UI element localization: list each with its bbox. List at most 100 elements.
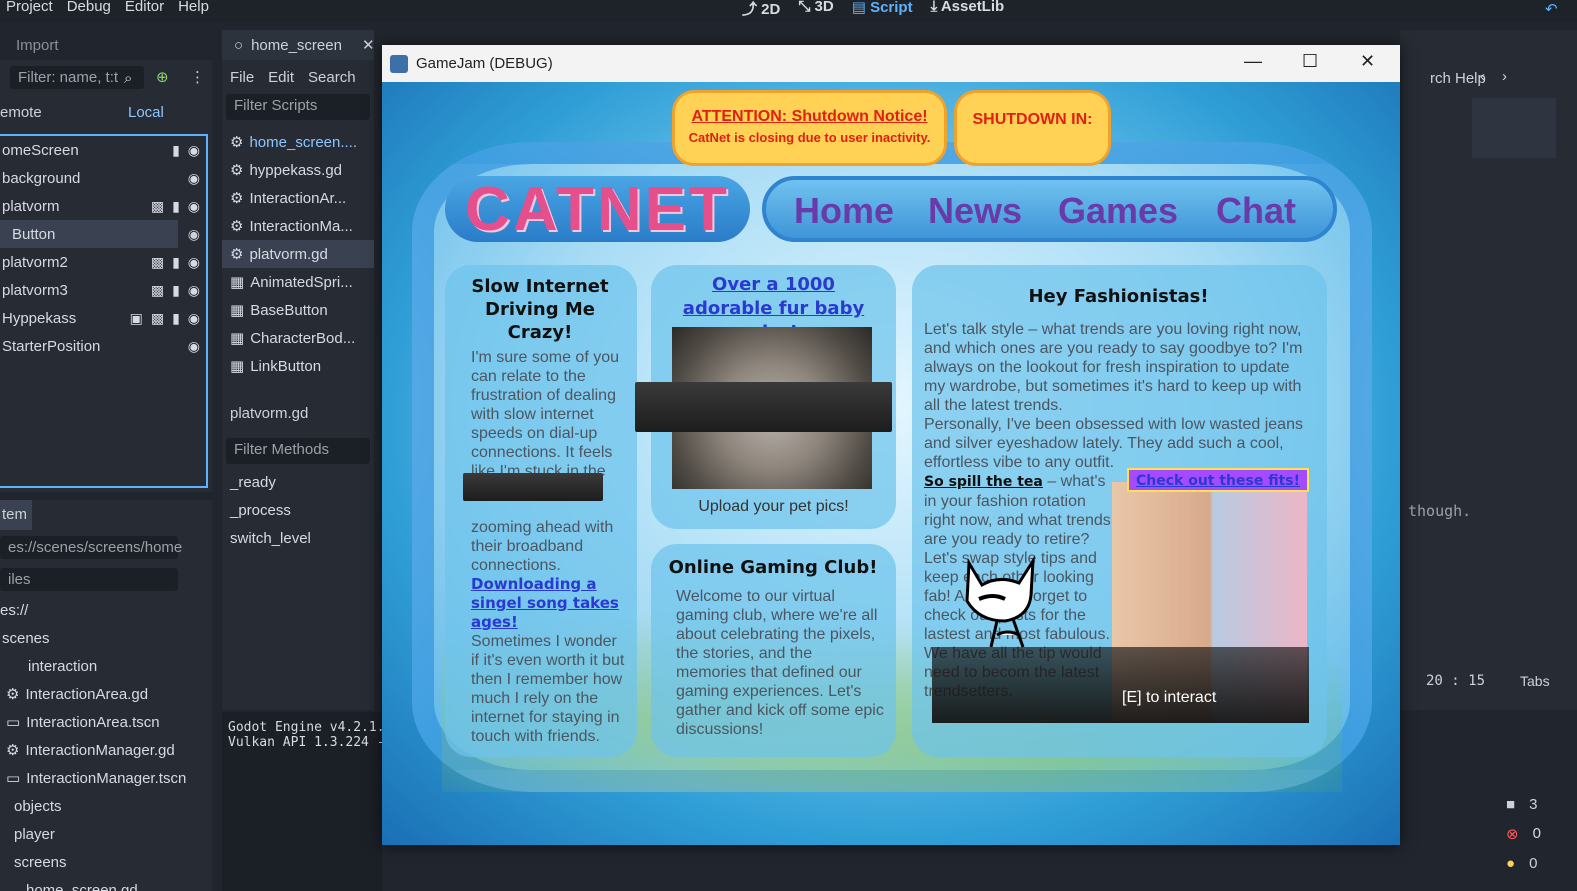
nav-chat[interactable]: Chat — [1216, 190, 1296, 232]
more-icon[interactable]: ⋮ — [190, 68, 205, 86]
menu-edit[interactable]: Edit — [268, 69, 294, 86]
file-interactionmanager-gd[interactable]: ⚙ InteractionManager.gd — [0, 736, 200, 764]
tree-node-platvorm[interactable]: platvorm ▩ ▮ ◉ — [0, 192, 206, 220]
menu-search[interactable]: Search — [308, 69, 356, 86]
maximize-icon[interactable]: ☐ — [1302, 51, 1318, 72]
nav-news[interactable]: News — [928, 190, 1022, 232]
doc-item[interactable]: ▦ AnimatedSpri... — [222, 268, 374, 296]
filesystem-tab[interactable]: tem — [0, 500, 32, 530]
fits-button[interactable]: Check out these fits! — [1127, 468, 1309, 492]
debug-counters: ■ 3 ⊗ 0 ● 0 — [1496, 712, 1577, 891]
spill-tea-text: So spill the tea — [924, 474, 1043, 490]
scene-icon: ▩ — [150, 282, 165, 298]
site-nav: Home News Games Chat — [762, 176, 1337, 242]
menu-project[interactable]: Project — [6, 0, 53, 15]
folder-objects[interactable]: objects — [0, 792, 200, 820]
script-icon: ▮ — [172, 282, 180, 298]
method-item[interactable]: _ready — [222, 468, 374, 496]
tree-node-button[interactable]: Button — [0, 220, 178, 248]
close-icon[interactable]: ✕ — [362, 36, 375, 54]
doc-item[interactable]: ▦ CharacterBod... — [222, 324, 374, 352]
script-item[interactable]: ⚙ InteractionMa... — [222, 212, 374, 240]
script-item[interactable]: ⚙ platvorm.gd — [222, 240, 374, 268]
tree-node-platvorm3[interactable]: platvorm3 ▩ ▮ ◉ — [0, 276, 206, 304]
card-text: Sometimes I wonder if it's even worth it… — [471, 633, 625, 745]
search-help-button[interactable]: rch Help — [1430, 70, 1486, 87]
window-title: GameJam (DEBUG) — [416, 55, 553, 72]
folder-player[interactable]: player — [0, 820, 200, 848]
indent-mode[interactable]: Tabs — [1520, 673, 1550, 689]
method-item[interactable]: _process — [222, 496, 374, 524]
file-list: es:// scenes interaction ⚙ InteractionAr… — [0, 596, 200, 891]
card-text: Welcome to our virtual gaming club, wher… — [676, 588, 884, 738]
workspace-assetlib[interactable]: ⤓ AssetLib — [931, 0, 1005, 19]
nav-games[interactable]: Games — [1058, 190, 1178, 232]
remote-tab[interactable]: emote — [0, 104, 42, 121]
scene-icon: ▩ — [150, 198, 165, 214]
download-link[interactable]: Downloading a singel song takes ages! — [471, 575, 629, 632]
scene-tree: omeScreen ▮ ◉ background ◉ platvorm ▩ ▮ ◉ Butt… — [0, 134, 208, 488]
menu-file[interactable]: File — [230, 69, 254, 86]
file-item[interactable]: es:// — [0, 596, 200, 624]
file-interactionmanager-tscn[interactable]: ▭ InteractionManager.tscn — [0, 764, 200, 792]
censor-bar — [635, 382, 892, 432]
alert-count[interactable]: ● 0 — [1506, 855, 1577, 872]
local-tab[interactable]: Local — [128, 104, 164, 121]
workspace-2d[interactable]: ⤴ 2D — [742, 0, 780, 19]
code-minimap[interactable] — [1472, 98, 1556, 158]
file-home-screen-gd[interactable]: home_screen.gd — [0, 876, 200, 891]
minimize-icon[interactable]: — — [1244, 51, 1262, 72]
workspace-script[interactable]: ▤ Script — [852, 0, 913, 19]
game-viewport: ATTENTION: Shutdown Notice! CatNet is cl… — [382, 82, 1400, 845]
file-interactionarea-tscn[interactable]: ▭ InteractionArea.tscn — [0, 708, 200, 736]
reload-icon[interactable]: ↶ — [1545, 0, 1558, 18]
visibility-icon[interactable]: ◉ — [188, 226, 200, 243]
filter-methods-input[interactable]: Filter Methods — [226, 438, 370, 464]
shutdown-notice: ATTENTION: Shutdown Notice! CatNet is cl… — [672, 90, 947, 166]
visibility-icon: ◉ — [187, 338, 200, 354]
doc-item[interactable]: ▦ LinkButton — [222, 352, 374, 380]
doc-item[interactable]: ▦ BaseButton — [222, 296, 374, 324]
folder-interaction[interactable]: interaction — [0, 652, 200, 680]
script-item[interactable]: ⚙ hyppekass.gd — [222, 156, 374, 184]
workspace-3d[interactable]: ⤡ 3D — [798, 0, 833, 19]
warning-count[interactable]: ■ 3 — [1506, 796, 1577, 813]
visibility-icon: ◉ — [187, 282, 200, 298]
chevron-left-icon[interactable]: ‹ — [1480, 68, 1485, 85]
add-node-icon[interactable]: ⊕ — [156, 68, 169, 86]
nav-home[interactable]: Home — [794, 190, 894, 232]
script-tab[interactable]: ○ home_screen ✕ — [222, 30, 375, 60]
menu-debug[interactable]: Debug — [67, 0, 111, 15]
tree-node-platvorm2[interactable]: platvorm2 ▩ ▮ ◉ — [0, 248, 206, 276]
card-title: Hey Fashionistas! — [1028, 286, 1209, 307]
folder-screens[interactable]: screens — [0, 848, 200, 876]
code-editor-edge: rch Help ‹ › though. 20 : 15 Tabs — [1400, 30, 1577, 710]
card-text: Personally, I've been obsessed with low … — [924, 416, 1303, 471]
filter-scripts-input[interactable]: Filter Scripts — [226, 94, 370, 120]
tree-node-background[interactable]: background ◉ — [0, 164, 206, 192]
path-field[interactable]: es://scenes/screens/home — [0, 536, 182, 559]
card-text: zooming ahead with their broadband conne… — [471, 519, 614, 574]
godot-icon — [390, 54, 408, 73]
shutdown-timer: SHUTDOWN IN: — [954, 90, 1111, 166]
script-item[interactable]: ⚙ home_screen.... — [222, 128, 374, 156]
file-interactionarea-gd[interactable]: ⚙ InteractionArea.gd — [0, 680, 200, 708]
tree-node-hyppekass[interactable]: Hyppekass ▣ ▩ ▮ ◉ — [0, 304, 206, 332]
close-window-icon[interactable]: ✕ — [1360, 51, 1375, 72]
script-item[interactable]: ⚙ InteractionAr... — [222, 184, 374, 212]
folder-scenes[interactable]: scenes — [0, 624, 200, 652]
menu-help[interactable]: Help — [178, 0, 209, 15]
tree-node-homescreen[interactable]: omeScreen ▮ ◉ — [0, 136, 206, 164]
tree-node-starterposition[interactable]: StarterPosition ◉ — [0, 332, 206, 360]
error-count[interactable]: ⊗ 0 — [1506, 825, 1577, 843]
filesystem-dock: tem es://scenes/screens/home iles es:// … — [0, 500, 212, 891]
visibility-icon: ◉ — [187, 142, 200, 158]
method-item[interactable]: switch_level — [222, 524, 374, 552]
chevron-right-icon[interactable]: › — [1502, 68, 1507, 85]
menu-editor[interactable]: Editor — [125, 0, 164, 15]
import-tab[interactable]: Import — [0, 30, 212, 60]
code-fragment: though. — [1408, 502, 1472, 520]
visibility-icon: ◉ — [187, 310, 200, 326]
file-filter-input[interactable]: iles — [0, 568, 178, 591]
card-title: Slow Internet Driving Me Crazy! — [471, 276, 609, 343]
